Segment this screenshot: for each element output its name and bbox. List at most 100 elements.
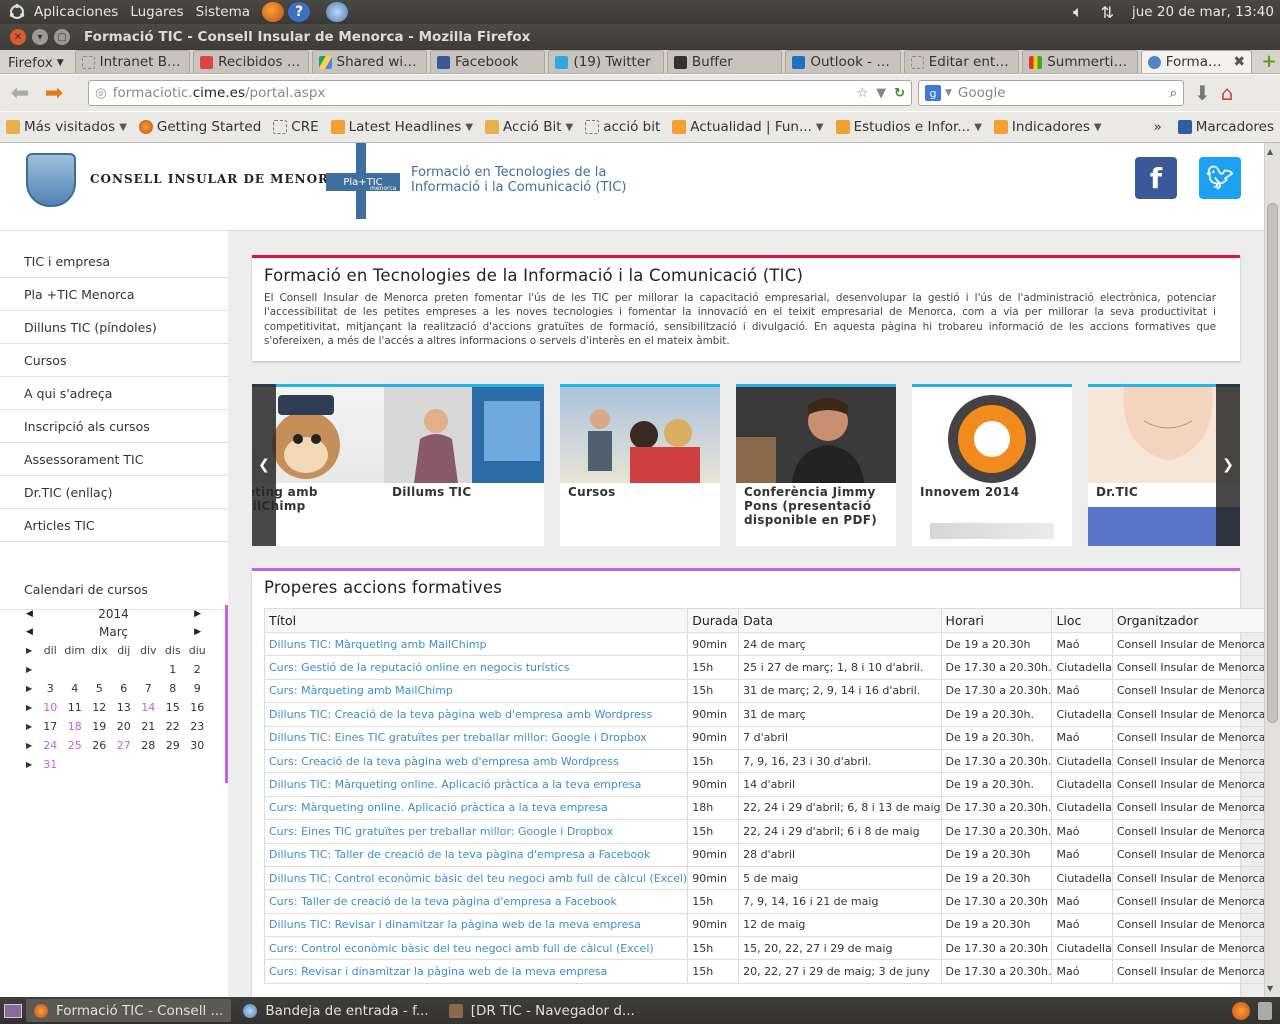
search-bar[interactable]: g ▼ Google ⌕ <box>918 80 1184 106</box>
next-year-icon[interactable]: ▶ <box>194 609 201 619</box>
sidebar-item-assessorament[interactable]: Assessorament TIC <box>0 443 228 476</box>
calendar-day[interactable]: 1 <box>161 663 186 676</box>
week-select-icon[interactable]: ▶ <box>26 760 38 769</box>
calendar-day[interactable]: 18 <box>63 720 88 733</box>
week-select-icon[interactable]: ▶ <box>26 665 38 674</box>
firefox-menu-button[interactable]: Firefox ▼ <box>0 50 72 73</box>
tray-firefox-icon[interactable] <box>1232 1001 1250 1020</box>
calendar-day[interactable]: 31 <box>38 758 63 771</box>
calendar-day[interactable]: 15 <box>161 701 186 714</box>
network-icon[interactable]: ⇅ <box>1101 3 1114 22</box>
course-title-link[interactable]: Curs: Control econòmic bàsic del teu neg… <box>263 936 689 961</box>
calendar-day[interactable]: 7 <box>136 682 161 695</box>
tab-gmail[interactable]: Recibidos - ... <box>193 50 309 73</box>
sidebar-item-tic-empresa[interactable]: TIC i empresa <box>0 245 228 278</box>
course-title-link[interactable]: Curs: Eines TIC gratuïtes per treballar … <box>263 819 689 844</box>
search-icon[interactable]: ⌕ <box>1169 85 1177 101</box>
tab-twitter[interactable]: (19) Twitter <box>548 50 664 73</box>
new-tab-button[interactable]: + <box>1258 50 1280 73</box>
week-select-icon[interactable]: ▶ <box>26 646 38 655</box>
scroll-down-icon[interactable]: ▼ <box>1267 984 1273 993</box>
url-bar[interactable]: ◎ formaciotic. cime.es/portal.aspx ☆ ▼ ↻ <box>88 80 912 106</box>
bookmark-cre[interactable]: CRE <box>273 119 319 135</box>
course-title-link[interactable]: Dilluns TIC: Màrqueting amb MailChimp <box>263 631 689 657</box>
sidebar-item-drtic[interactable]: Dr.TIC (enllaç) <box>0 476 228 509</box>
calendar-day[interactable]: 19 <box>87 720 112 733</box>
bookmark-mas-visitados[interactable]: Más visitados ▼ <box>6 119 127 135</box>
tab-intranet[interactable]: Intranet BITel <box>74 50 191 73</box>
calendar-day[interactable]: 4 <box>63 682 88 695</box>
course-title-link[interactable]: Curs: Gestió de la reputació online en n… <box>263 655 689 680</box>
menu-sistema[interactable]: Sistema <box>196 4 250 20</box>
calendar-day[interactable]: 17 <box>38 720 63 733</box>
course-title-link[interactable]: Dilluns TIC: Taller de creació de la tev… <box>263 842 689 867</box>
taskbar-item-firefox[interactable]: Formació TIC - Consell ... <box>26 999 232 1022</box>
show-desktop-icon[interactable] <box>4 1003 22 1018</box>
page-scrollbar[interactable]: ▲ ▼ <box>1264 143 1280 997</box>
tab-formacio-active[interactable]: Formaci... ✖ <box>1140 50 1253 73</box>
trash-icon[interactable] <box>1258 1001 1272 1020</box>
tab-outlook[interactable]: Outlook - fr... <box>785 50 901 73</box>
calendar-day[interactable]: 5 <box>87 682 112 695</box>
carousel-card-innovem[interactable]: Innovem 2014 <box>912 384 1072 546</box>
bookmark-accio-bit-folder[interactable]: Acció Bit ▼ <box>485 119 573 135</box>
calendar-day[interactable]: 23 <box>185 720 210 733</box>
carousel-prev-button[interactable]: ❮ <box>252 384 276 546</box>
bookmark-indicadores[interactable]: Indicadores ▼ <box>993 119 1102 135</box>
scroll-up-icon[interactable]: ▲ <box>1267 147 1273 156</box>
calendar-day[interactable]: 13 <box>112 701 137 714</box>
downloads-icon[interactable]: ⬇ <box>1194 81 1211 105</box>
sidebar-item-a-qui[interactable]: A qui s'adreça <box>0 377 228 410</box>
sidebar-item-calendari[interactable]: Calendari de cursos <box>0 570 228 610</box>
course-title-link[interactable]: Curs: Màrqueting amb MailChimp <box>263 678 689 704</box>
sidebar-item-pla-tic[interactable]: Pla +TIC Menorca <box>0 278 228 311</box>
search-engine-dropdown-icon[interactable]: ▼ <box>945 88 952 98</box>
window-maximize-button[interactable]: ▢ <box>54 29 70 45</box>
help-icon[interactable]: ? <box>288 2 311 22</box>
course-title-link[interactable]: Curs: Taller de creació de la teva pàgin… <box>263 889 689 914</box>
course-title-link[interactable]: Dilluns TIC: Eines TIC gratuïtes per tre… <box>263 725 689 750</box>
thunderbird-launcher-icon[interactable] <box>326 2 349 22</box>
week-select-icon[interactable]: ▶ <box>26 741 38 750</box>
calendar-day[interactable]: 26 <box>87 739 112 752</box>
clock[interactable]: jue 20 de mar, 13:40 <box>1132 4 1274 20</box>
ubuntu-logo-icon[interactable] <box>6 3 28 21</box>
sidebar-item-articles[interactable]: Articles TIC <box>0 509 228 542</box>
tab-buffer[interactable]: Buffer <box>666 50 783 73</box>
calendar-day[interactable]: 3 <box>38 682 63 695</box>
tab-drive[interactable]: Shared wit... <box>311 50 427 73</box>
calendar-day[interactable]: 6 <box>112 682 137 695</box>
calendar-day[interactable]: 20 <box>112 720 137 733</box>
week-select-icon[interactable]: ▶ <box>26 703 38 712</box>
firefox-launcher-icon[interactable] <box>262 2 285 22</box>
calendar-day[interactable]: 30 <box>185 739 210 752</box>
prev-month-icon[interactable]: ◀ <box>26 627 33 637</box>
reload-icon[interactable]: ↻ <box>894 86 905 101</box>
back-button[interactable]: ⬅ <box>6 79 34 107</box>
calendar-day[interactable]: 29 <box>161 739 186 752</box>
course-title-link[interactable]: Curs: Creació de la teva pàgina web d'em… <box>263 748 689 774</box>
window-close-button[interactable]: ✕ <box>10 29 26 45</box>
carousel-card-conferencia[interactable]: Conferència Jimmy Pons (presentació disp… <box>736 384 896 546</box>
carousel-card-cursos[interactable]: Cursos <box>560 384 720 546</box>
marcadores-button[interactable]: Marcadores <box>1177 119 1274 135</box>
course-title-link[interactable]: Curs: Revisar i dinamitzar la pàgina web… <box>263 959 689 984</box>
calendar-day[interactable]: 12 <box>87 701 112 714</box>
sidebar-item-dilluns-tic[interactable]: Dilluns TIC (píndoles) <box>0 311 228 344</box>
calendar-day[interactable]: 27 <box>112 739 137 752</box>
menu-aplicaciones[interactable]: Aplicaciones <box>34 4 118 20</box>
volume-icon[interactable]: 🔈︎ <box>1073 2 1083 22</box>
bookmark-getting-started[interactable]: Getting Started <box>138 119 261 135</box>
scrollbar-thumb[interactable] <box>1267 203 1278 723</box>
close-tab-icon[interactable]: ✖ <box>1233 54 1245 70</box>
calendar-day[interactable]: 9 <box>185 682 210 695</box>
twitter-icon[interactable]: 🐦︎ <box>1199 157 1241 199</box>
calendar-day[interactable]: 11 <box>63 701 88 714</box>
dropdown-icon[interactable]: ▼ <box>876 86 886 101</box>
calendar-day[interactable]: 25 <box>63 739 88 752</box>
sidebar-item-inscripcio[interactable]: Inscripció als cursos <box>0 410 228 443</box>
bookmark-accio-bit[interactable]: acció bit <box>585 119 660 135</box>
week-select-icon[interactable]: ▶ <box>26 684 38 693</box>
window-minimize-button[interactable]: ▾ <box>32 29 48 45</box>
tab-facebook[interactable]: Facebook <box>429 50 546 73</box>
